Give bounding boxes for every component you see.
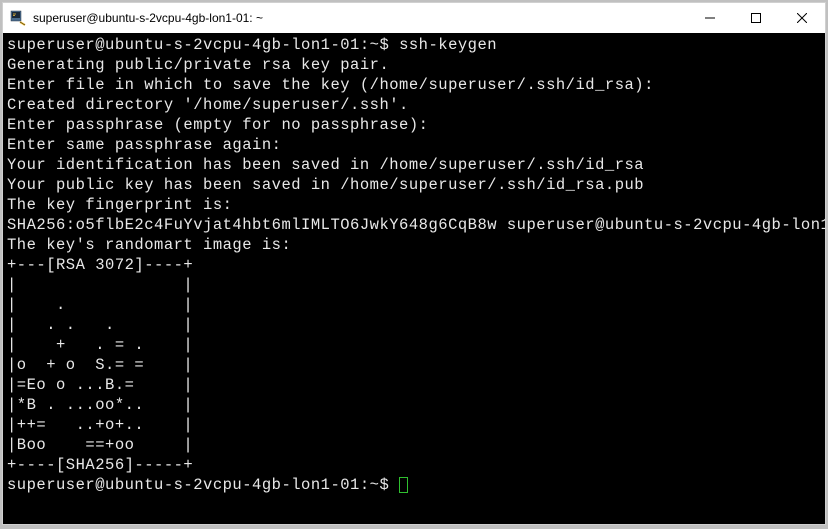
maximize-button[interactable] bbox=[733, 3, 779, 33]
titlebar[interactable]: superuser@ubuntu-s-2vcpu-4gb-lon1-01: ~ bbox=[3, 3, 825, 33]
output-line: SHA256:o5flbE2c4FuYvjat4hbt6mlIMLTO6JwkY… bbox=[7, 215, 821, 235]
output-line: Enter passphrase (empty for no passphras… bbox=[7, 115, 821, 135]
output-line: Enter file in which to save the key (/ho… bbox=[7, 75, 821, 95]
shell-prompt: superuser@ubuntu-s-2vcpu-4gb-lon1-01:~$ bbox=[7, 476, 399, 494]
randomart-line: | . . . | bbox=[7, 315, 821, 335]
output-line: The key fingerprint is: bbox=[7, 195, 821, 215]
window-title: superuser@ubuntu-s-2vcpu-4gb-lon1-01: ~ bbox=[33, 11, 687, 25]
randomart-line: |*B . ...oo*.. | bbox=[7, 395, 821, 415]
close-button[interactable] bbox=[779, 3, 825, 33]
output-line: Your public key has been saved in /home/… bbox=[7, 175, 821, 195]
output-line: Enter same passphrase again: bbox=[7, 135, 821, 155]
randomart-line: |++= ..+o+.. | bbox=[7, 415, 821, 435]
randomart-line: +----[SHA256]-----+ bbox=[7, 455, 821, 475]
randomart-line: |o + o S.= = | bbox=[7, 355, 821, 375]
randomart-line: |=Eo o ...B.= | bbox=[7, 375, 821, 395]
output-line: Generating public/private rsa key pair. bbox=[7, 55, 821, 75]
window-controls bbox=[687, 3, 825, 33]
randomart-line: | . | bbox=[7, 295, 821, 315]
randomart-line: +---[RSA 3072]----+ bbox=[7, 255, 821, 275]
randomart-line: | | bbox=[7, 275, 821, 295]
shell-prompt: superuser@ubuntu-s-2vcpu-4gb-lon1-01:~$ bbox=[7, 36, 399, 54]
output-line: Your identification has been saved in /h… bbox=[7, 155, 821, 175]
terminal-output[interactable]: superuser@ubuntu-s-2vcpu-4gb-lon1-01:~$ … bbox=[3, 33, 825, 524]
output-line: Created directory '/home/superuser/.ssh'… bbox=[7, 95, 821, 115]
randomart-line: | + . = . | bbox=[7, 335, 821, 355]
output-line: The key's randomart image is: bbox=[7, 235, 821, 255]
terminal-window: superuser@ubuntu-s-2vcpu-4gb-lon1-01: ~ … bbox=[2, 2, 826, 525]
putty-icon bbox=[9, 9, 27, 27]
minimize-button[interactable] bbox=[687, 3, 733, 33]
randomart-line: |Boo ==+oo | bbox=[7, 435, 821, 455]
command-text: ssh-keygen bbox=[399, 36, 497, 54]
cursor-icon bbox=[399, 477, 408, 493]
